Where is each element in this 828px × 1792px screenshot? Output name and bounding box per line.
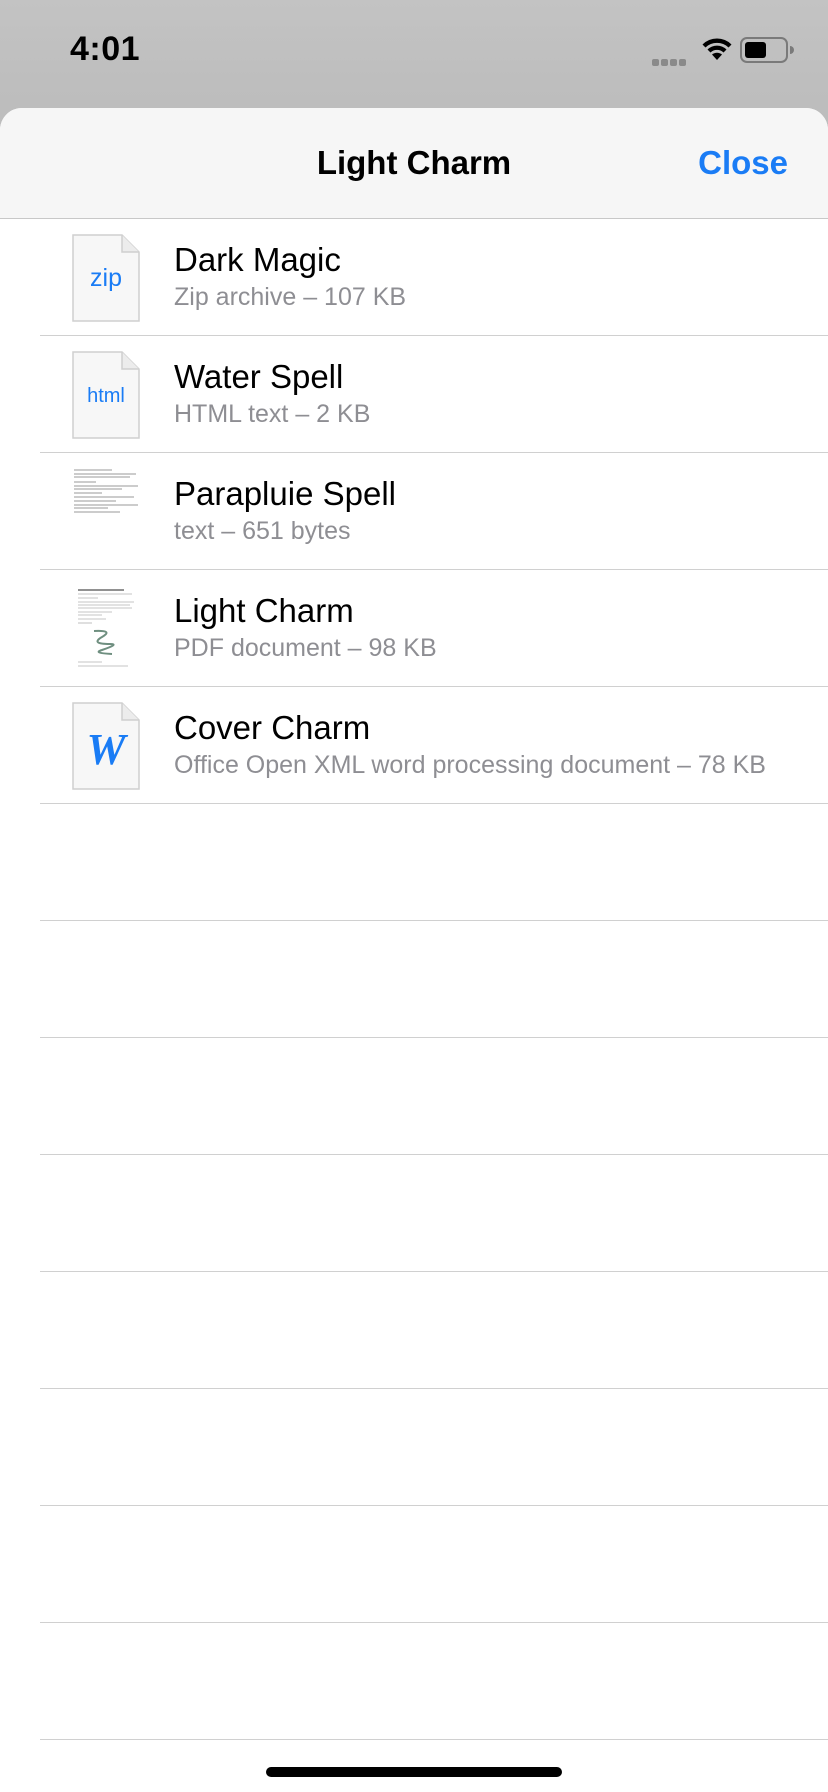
file-list: zip Dark Magic Zip archive – 107 KB html… (0, 219, 828, 1740)
file-meta: HTML text – 2 KB (174, 400, 371, 428)
document-sheet: Light Charm Close zip Dark Magic Zip arc… (0, 108, 828, 1792)
file-row-parapluie-spell[interactable]: Parapluie Spell text – 651 bytes (0, 453, 828, 570)
empty-row (0, 804, 828, 921)
navigation-bar: Light Charm Close (0, 108, 828, 219)
file-row-water-spell[interactable]: html Water Spell HTML text – 2 KB (0, 336, 828, 453)
status-time: 4:01 (70, 30, 141, 68)
empty-row (0, 1272, 828, 1389)
empty-row (0, 1389, 828, 1506)
word-logo-icon: W (86, 725, 126, 774)
home-indicator[interactable] (266, 1767, 562, 1777)
empty-row (0, 1038, 828, 1155)
screen: 4:01 Light Charm Close zip Dark Magic Zi… (0, 0, 828, 1792)
file-row-light-charm[interactable]: Light Charm PDF document – 98 KB (0, 570, 828, 687)
file-type-label: html (87, 385, 125, 407)
wifi-icon (700, 36, 734, 62)
file-type-label: zip (90, 264, 122, 292)
empty-row (0, 1623, 828, 1740)
file-meta: Zip archive – 107 KB (174, 283, 407, 311)
close-button[interactable]: Close (698, 144, 788, 182)
html-file-icon: html (72, 351, 140, 439)
empty-row (0, 1155, 828, 1272)
file-meta: PDF document – 98 KB (174, 634, 437, 662)
battery-icon (740, 37, 794, 63)
cellular-signal-icon (652, 53, 692, 66)
word-file-icon: W (72, 702, 140, 790)
pdf-document-thumbnail (72, 584, 140, 674)
text-document-thumbnail (72, 467, 140, 557)
file-name: Cover Charm (174, 709, 371, 746)
empty-row (0, 1506, 828, 1623)
status-bar: 4:01 (0, 0, 828, 100)
file-name: Dark Magic (174, 241, 341, 278)
file-name: Light Charm (174, 592, 354, 629)
file-row-dark-magic[interactable]: zip Dark Magic Zip archive – 107 KB (0, 219, 828, 336)
file-row-cover-charm[interactable]: W Cover Charm Office Open XML word proce… (0, 687, 828, 804)
empty-row (0, 921, 828, 1038)
zip-file-icon: zip (72, 234, 140, 322)
file-name: Water Spell (174, 358, 344, 395)
file-name: Parapluie Spell (174, 475, 396, 512)
file-meta: Office Open XML word processing document… (174, 751, 766, 779)
file-meta: text – 651 bytes (174, 517, 351, 545)
